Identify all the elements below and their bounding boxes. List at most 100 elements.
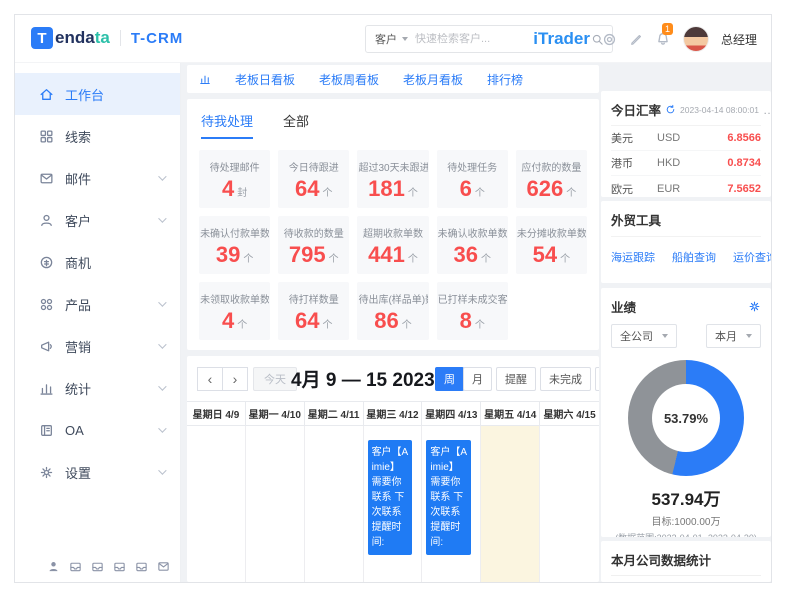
period-select[interactable]: 本月 bbox=[706, 324, 761, 348]
day-header-cell: 星期四 4/13 bbox=[422, 402, 482, 425]
pen-icon[interactable] bbox=[629, 32, 643, 46]
user-name[interactable]: 总经理 bbox=[721, 31, 757, 48]
calendar-event[interactable]: 客户【Aimie】需要你联系 下次联系提醒时间: bbox=[367, 440, 413, 555]
tray-icon[interactable] bbox=[91, 560, 104, 573]
sidebar-item-label: 设置 bbox=[65, 465, 92, 481]
board-tab-2[interactable]: 老板月看板 bbox=[403, 71, 463, 88]
sidebar-item-oa[interactable]: OA bbox=[15, 409, 180, 451]
tool-links: 海运跟踪 船舶查询 运价查询 bbox=[611, 249, 771, 265]
stat-tile[interactable]: 待处理邮件 4 封 bbox=[199, 150, 271, 208]
right-column: 今日汇率 2023-04-14 08:00:01 … 美元 USD 6.8566 港币… bbox=[601, 15, 771, 582]
topbar-right: iTrader 1 总经理 bbox=[533, 15, 757, 63]
mail-icon[interactable] bbox=[157, 560, 170, 573]
stat-number: 64 bbox=[295, 307, 320, 333]
day-header-cell: 星期五 4/14 bbox=[481, 402, 541, 425]
tab-all[interactable]: 全部 bbox=[283, 111, 309, 139]
sidebar-item-home[interactable]: 工作台 bbox=[15, 73, 180, 115]
prev-button[interactable]: ‹ bbox=[197, 367, 223, 391]
itrader-link[interactable]: iTrader bbox=[533, 29, 590, 49]
board-tab-3[interactable]: 排行榜 bbox=[487, 71, 523, 88]
biz-icon bbox=[39, 255, 54, 270]
sidebar-item-clue[interactable]: 线索 bbox=[15, 115, 180, 157]
stat-tile[interactable]: 今日待跟进 64 个 bbox=[278, 150, 350, 208]
stat-value: 181 个 bbox=[368, 177, 418, 200]
avatar[interactable] bbox=[682, 26, 709, 52]
person-icon[interactable] bbox=[47, 560, 60, 573]
logo-text: enda bbox=[55, 28, 95, 47]
notification-badge: 1 bbox=[661, 23, 673, 35]
calendar-day-column[interactable] bbox=[540, 426, 599, 582]
stat-label: 待收款的数量 bbox=[283, 228, 344, 240]
chevron-down-icon bbox=[662, 334, 668, 338]
stat-tile[interactable]: 超过30天未跟进客户 181个 bbox=[357, 150, 429, 208]
calendar-day-column[interactable] bbox=[481, 426, 541, 582]
stat-tile[interactable]: 已打样未成交客户数8个 bbox=[436, 282, 508, 340]
calendar-day-column[interactable] bbox=[246, 426, 305, 582]
calendar-event[interactable]: 客户【Aimie】需要你联系 下次联系提醒时间: bbox=[426, 440, 472, 555]
bell-icon[interactable]: 1 bbox=[655, 23, 673, 47]
calendar-view-buttons: 周月提醒未完成我指派的 bbox=[435, 367, 599, 391]
calendar-day-column[interactable] bbox=[187, 426, 246, 582]
view-button-2[interactable]: 提醒 bbox=[496, 367, 536, 391]
sidebar-item-user[interactable]: 客户 bbox=[15, 199, 180, 241]
stat-unit: 个 bbox=[560, 253, 571, 265]
more-icon[interactable]: … bbox=[763, 104, 771, 116]
performance-range: (数据范围:2023-04-01~2023-04-30) bbox=[611, 531, 761, 537]
sidebar-item-settings[interactable]: 设置 bbox=[15, 451, 180, 493]
stat-tile[interactable]: 未确认付款单数 39 个 bbox=[199, 216, 271, 274]
home-icon bbox=[39, 87, 54, 102]
sidebar-item-stats[interactable]: 统计 bbox=[15, 367, 180, 409]
search-category-select[interactable]: 客户 bbox=[366, 31, 415, 47]
stat-tile[interactable]: 待处理任务 6 个 bbox=[436, 150, 508, 208]
globe-icon[interactable] bbox=[602, 32, 617, 47]
view-button-1[interactable]: 月 bbox=[463, 367, 492, 391]
stat-value: 39 个 bbox=[216, 243, 253, 266]
scope-select[interactable]: 全公司 bbox=[611, 324, 677, 348]
calendar-panel: ‹ › 今天 4月 9 — 15 2023 周月提醒未完成我指派的 星期日 4/… bbox=[187, 356, 599, 582]
sidebar-footer bbox=[47, 560, 170, 573]
stat-unit: 个 bbox=[474, 187, 485, 199]
product-name: T-CRM bbox=[130, 29, 184, 47]
stat-tile[interactable]: 超期收款单数 441 个 bbox=[357, 216, 429, 274]
calendar-day-column[interactable] bbox=[305, 426, 364, 582]
chevron-down-icon bbox=[746, 334, 752, 338]
tab-pending-mine[interactable]: 待我处理 bbox=[201, 111, 254, 139]
tray-icon[interactable] bbox=[69, 560, 82, 573]
board-tab-0[interactable]: 老板日看板 bbox=[235, 71, 295, 88]
stat-tile[interactable]: 未分摊收款单数 54 个 bbox=[515, 216, 587, 274]
next-button[interactable]: › bbox=[222, 367, 248, 391]
stat-number: 441 bbox=[368, 241, 405, 267]
logo-divider bbox=[119, 30, 121, 46]
stat-tile[interactable]: 未领取收款单数 4 个 bbox=[199, 282, 271, 340]
calendar-day-column[interactable]: 客户【Aimie】需要你联系 下次联系提醒时间: bbox=[422, 426, 482, 582]
board-tab-1[interactable]: 老板周看板 bbox=[319, 71, 379, 88]
performance-card: 业绩 全公司 本月 53.79% 537.94万 目标:1000.00万 bbox=[601, 288, 771, 537]
refresh-icon[interactable] bbox=[665, 104, 676, 115]
sidebar-item-product[interactable]: 产品 bbox=[15, 283, 180, 325]
stat-unit: 个 bbox=[237, 319, 248, 331]
stat-number: 64 bbox=[295, 175, 320, 201]
sidebar-item-marketing[interactable]: 营销 bbox=[15, 325, 180, 367]
sidebar-item-biz[interactable]: 商机 bbox=[15, 241, 180, 283]
view-button-3[interactable]: 未完成 bbox=[540, 367, 591, 391]
stat-tile[interactable]: 待出库(样品单)数量86个 bbox=[357, 282, 429, 340]
tray-icon[interactable] bbox=[135, 560, 148, 573]
gear-icon[interactable] bbox=[748, 300, 761, 313]
tool-link-2[interactable]: 运价查询 bbox=[733, 249, 771, 265]
stat-tile[interactable]: 待打样数量 64 个 bbox=[278, 282, 350, 340]
exchange-timestamp: 2023-04-14 08:00:01 bbox=[680, 104, 759, 115]
stat-tile[interactable]: 待收款的数量 795 个 bbox=[278, 216, 350, 274]
tool-link-0[interactable]: 海运跟踪 bbox=[611, 249, 655, 265]
currency-name: 港币 bbox=[611, 158, 633, 170]
view-button-0[interactable]: 周 bbox=[435, 367, 464, 391]
stat-number: 36 bbox=[453, 241, 478, 267]
stat-label: 今日待跟进 bbox=[288, 162, 339, 174]
tray-icon[interactable] bbox=[113, 560, 126, 573]
stat-tile[interactable]: 未确认收款单数 36 个 bbox=[436, 216, 508, 274]
stat-tile[interactable]: 应付款的数量 626 个 bbox=[515, 150, 587, 208]
tool-link-1[interactable]: 船舶查询 bbox=[672, 249, 716, 265]
sidebar-item-mail[interactable]: 邮件 bbox=[15, 157, 180, 199]
calendar-day-column[interactable]: 客户【Aimie】需要你联系 下次联系提醒时间: bbox=[364, 426, 423, 582]
view-button-4[interactable]: 我指派的 bbox=[595, 367, 599, 391]
stat-label: 超过30天未跟进客户 bbox=[358, 162, 427, 174]
